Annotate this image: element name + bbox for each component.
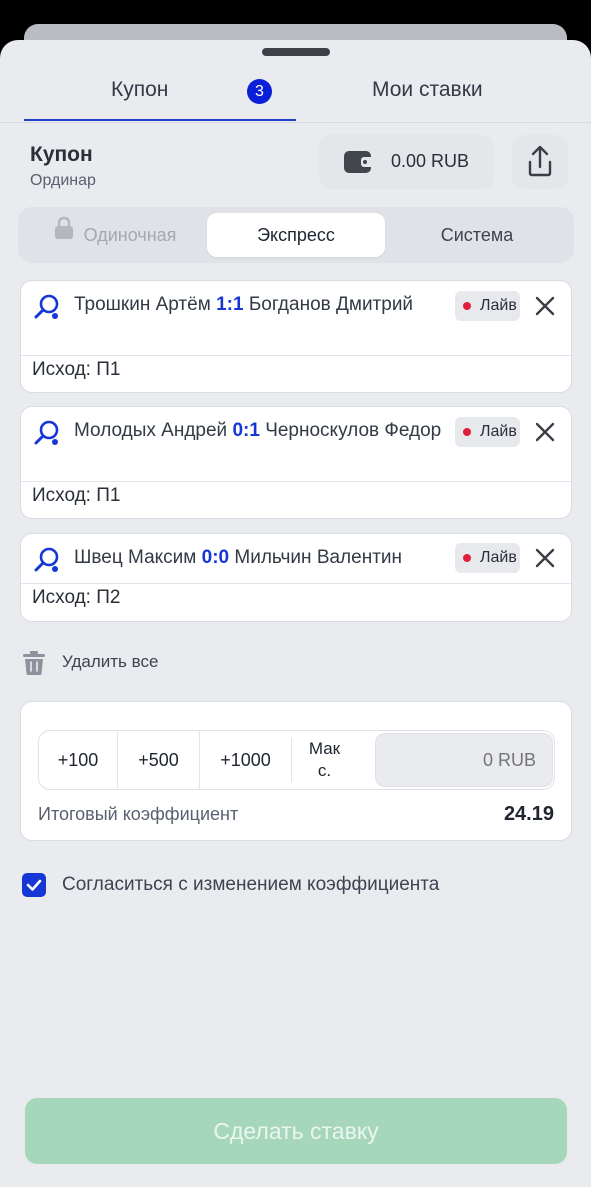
bet-card: Швец Максим 0:0 Мильчин Валентин Лайв Ис… — [20, 533, 572, 622]
delete-all-button[interactable]: Удалить все — [22, 650, 158, 678]
quick-stake-500-button[interactable]: +500 — [117, 731, 199, 789]
live-badge: Лайв — [455, 291, 520, 321]
outcome-label: Исход: — [32, 587, 91, 608]
outcome-value: П1 — [96, 359, 121, 380]
coupon-subtitle: Ординар — [30, 172, 96, 189]
table-tennis-icon — [33, 293, 61, 326]
outcome-label: Исход: — [32, 359, 91, 380]
sheet-grabber[interactable] — [262, 48, 330, 56]
place-bet-button[interactable]: Сделать ставку — [25, 1098, 567, 1164]
bet-outcome: Исход: П2 — [32, 587, 120, 609]
table-tennis-icon — [33, 419, 61, 452]
lock-icon — [54, 212, 74, 256]
check-icon — [26, 879, 42, 891]
total-coef-label: Итоговый коэффициент — [38, 804, 239, 824]
live-badge: Лайв — [455, 543, 520, 573]
quick-stake-1000-button[interactable]: +1000 — [199, 731, 291, 789]
accept-odds-checkbox[interactable] — [22, 873, 46, 897]
max-stake-label-line2: с. — [317, 761, 332, 780]
close-icon[interactable] — [533, 294, 557, 318]
coupon-sheet: Купон 3 Мои ставки Купон Ординар 0.00 RU… — [0, 40, 591, 1187]
bet-type-single-label: Одиночная — [83, 225, 177, 245]
stake-panel: +100 +500 +1000 Мак с. Итоговый коэффици… — [20, 701, 572, 841]
delete-all-label: Удалить все — [62, 652, 159, 671]
player-2: Мильчин Валентин — [234, 547, 403, 568]
card-divider — [21, 583, 571, 584]
match-title: Трошкин Артём 1:1 Богданов Дмитрий — [74, 293, 449, 316]
outcome-value: П1 — [96, 485, 121, 506]
max-stake-label-line1: Мак — [308, 739, 341, 758]
match-title: Молодых Андрей 0:1 Черноскулов Федор — [74, 419, 449, 442]
bet-type-selector: Одиночная Экспресс Система — [18, 207, 574, 263]
bet-type-single[interactable]: Одиночная — [26, 213, 204, 257]
bet-card: Молодых Андрей 0:1 Черноскулов Федор Лай… — [20, 406, 572, 519]
share-button[interactable] — [512, 135, 568, 189]
player-1: Трошкин Артём — [74, 294, 211, 315]
wallet-balance-button[interactable]: 0.00 RUB — [319, 135, 494, 189]
tabs-divider — [0, 122, 591, 123]
tab-coupon[interactable]: Купон — [111, 78, 168, 102]
player-2: Богданов Дмитрий — [248, 294, 414, 315]
card-divider — [21, 481, 571, 482]
bet-card: Трошкин Артём 1:1 Богданов Дмитрий Лайв … — [20, 280, 572, 393]
player-2: Черноскулов Федор — [265, 420, 442, 441]
player-1: Молодых Андрей — [74, 420, 228, 441]
bet-outcome: Исход: П1 — [32, 359, 120, 381]
outcome-value: П2 — [96, 587, 121, 608]
tab-bar: Купон 3 Мои ставки — [0, 64, 591, 122]
quick-stake-100-button[interactable]: +100 — [39, 731, 117, 789]
match-score: 1:1 — [216, 294, 244, 315]
live-badge: Лайв — [455, 417, 520, 447]
stake-input-row: +100 +500 +1000 Мак с. — [38, 730, 555, 790]
share-icon — [528, 145, 552, 177]
bet-type-express[interactable]: Экспресс — [207, 213, 385, 257]
wallet-amount: 0.00 RUB — [391, 151, 470, 171]
trash-icon — [23, 651, 45, 675]
bet-type-system[interactable]: Система — [388, 213, 566, 257]
tab-my-bets[interactable]: Мои ставки — [372, 78, 483, 102]
coupon-count-badge: 3 — [247, 79, 272, 104]
active-tab-indicator — [24, 119, 296, 121]
max-stake-button[interactable]: Мак с. — [291, 738, 357, 782]
card-divider — [21, 355, 571, 356]
match-title: Швец Максим 0:0 Мильчин Валентин — [74, 546, 454, 569]
accept-odds-label: Согласиться с изменением коэффициента — [62, 874, 440, 895]
bet-outcome: Исход: П1 — [32, 485, 120, 507]
close-icon[interactable] — [533, 546, 557, 570]
coupon-title: Купон — [30, 143, 93, 166]
wallet-icon — [344, 151, 372, 173]
outcome-label: Исход: — [32, 485, 91, 506]
total-coef-value: 24.19 — [503, 803, 554, 825]
table-tennis-icon — [33, 546, 61, 579]
stake-amount-input[interactable] — [375, 733, 553, 787]
close-icon[interactable] — [533, 420, 557, 444]
match-score: 0:0 — [201, 547, 230, 568]
match-score: 0:1 — [232, 420, 260, 441]
player-1: Швец Максим — [74, 547, 197, 568]
